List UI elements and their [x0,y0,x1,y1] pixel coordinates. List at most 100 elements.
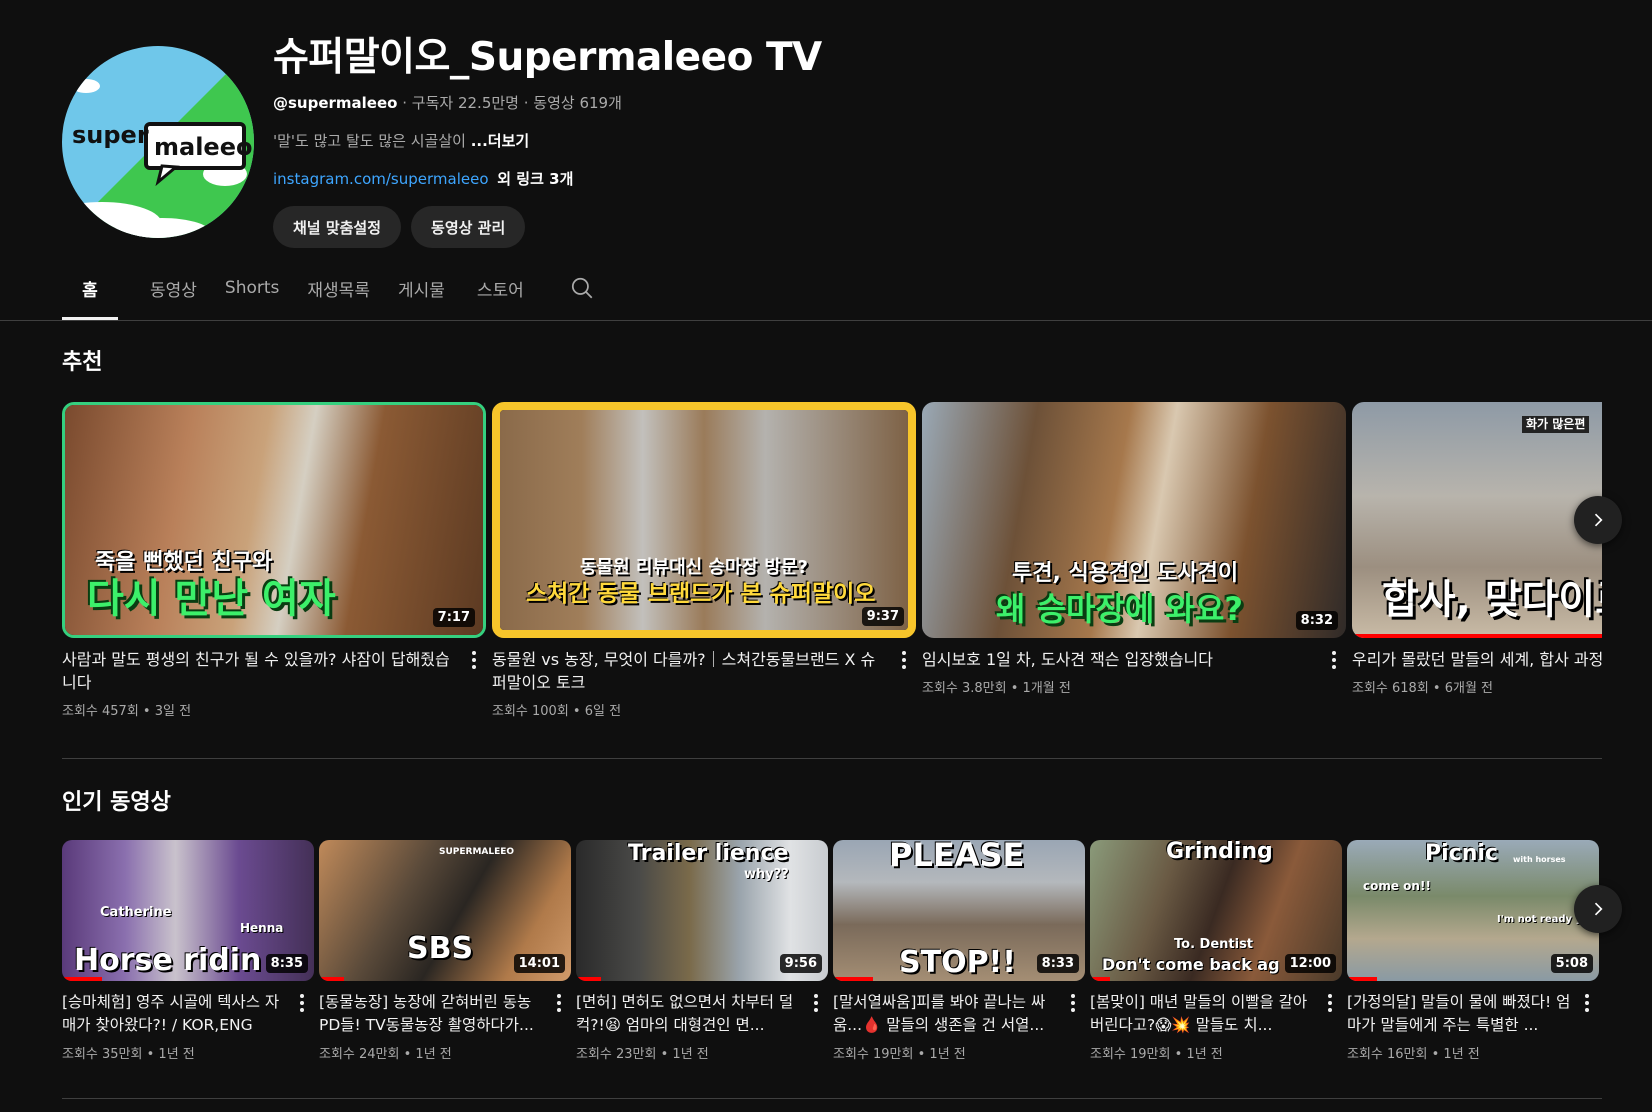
chevron-right-icon[interactable] [1574,885,1622,933]
thumbnail-caption: 화가 많은편 [1522,416,1590,434]
more-vert-icon[interactable] [1324,648,1344,672]
watch-progress [1347,977,1378,981]
video-thumbnail[interactable]: PLEASE STOP!! 8:33 [833,840,1085,981]
video-title[interactable]: [면허] 면허도 없으면서 차부터 덜컥?!😫 엄마의 대형견인 면... [576,991,800,1037]
upload-age: 1년 전 [1443,1047,1480,1062]
video-title[interactable]: [가정의달] 말들이 물에 빠졌다! 엄마가 말들에게 주는 특별한 ... [1347,991,1571,1037]
video-card[interactable]: 동물원 리뷰대신 승마장 방문? 스쳐간 동물 브랜드가 본 슈퍼말이오 9:3… [492,402,916,719]
channel-tabs: 홈 동영상 Shorts 재생목록 게시물 스토어 [62,266,610,320]
thumbnail-caption: 투견, 식용견인 도사견이 [1012,561,1239,586]
description-text: '말'도 많고 탈도 많은 시골살이 [273,132,471,150]
watch-progress [1352,634,1602,638]
video-thumbnail[interactable]: 동물원 리뷰대신 승마장 방문? 스쳐간 동물 브랜드가 본 슈퍼말이오 9:3… [492,402,916,638]
video-duration: 7:17 [432,608,475,627]
more-vert-icon[interactable] [894,648,914,672]
section-divider [62,1098,1602,1099]
tab-posts[interactable]: 게시물 [398,266,445,320]
view-count: 조회수 457회 [62,704,139,719]
video-thumbnail[interactable]: SUPERMALEEO SBS 14:01 [319,840,571,981]
more-vert-icon[interactable] [806,991,826,1015]
video-card[interactable]: 죽을 뻔했던 친구와 다시 만난 여자 7:17 사람과 말도 평생의 친구가 … [62,402,486,719]
stat-separator: • [913,1047,930,1062]
tab-playlists[interactable]: 재생목록 [307,266,370,320]
tab-videos[interactable]: 동영상 [150,266,197,320]
video-card[interactable]: 투견, 식용견인 도사견이 왜 승마장에 와요? 8:32 임시보호 1일 차,… [922,402,1346,696]
video-card[interactable]: Trailer lience why?? 9:56 [면허] 면허도 없으면서 … [576,840,828,1062]
video-thumbnail[interactable]: 투견, 식용견인 도사견이 왜 승마장에 와요? 8:32 [922,402,1346,638]
video-title[interactable]: [동물농장] 농장에 갇혀버린 동농 PD들! TV동물농장 촬영하다가... [319,991,543,1037]
thumbnail-caption: Grinding [1166,840,1273,864]
more-vert-icon[interactable] [292,991,312,1015]
stat-separator: • [138,704,155,719]
video-title[interactable]: 임시보호 1일 차, 도사견 잭슨 입장했습니다 [922,648,1318,671]
thumbnail-caption: Henna [240,921,284,935]
tab-shorts[interactable]: Shorts [225,266,279,320]
thumbnail-caption: 동물원 리뷰대신 승마장 방문? [580,557,808,578]
video-title[interactable]: 우리가 몰랐던 말들의 세계, 합사 과정 고? [1352,648,1602,671]
video-title[interactable]: 사람과 말도 평생의 친구가 될 수 있을까? 샤잠이 답해줬습니다 [62,648,458,694]
video-card[interactable]: Picnic with horses come on!! I'm not rea… [1347,840,1599,1062]
view-count: 조회수 100회 [492,704,569,719]
video-card[interactable]: PLEASE STOP!! 8:33 [말서열싸움]피를 봐야 끝나는 싸움..… [833,840,1085,1062]
more-vert-icon[interactable] [1320,991,1340,1015]
thumbnail-caption: Catherine [100,905,172,920]
more-links[interactable]: 외 링크 3개 [497,170,573,188]
video-thumbnail[interactable]: Grinding To. Dentist Don't come back ag … [1090,840,1342,981]
stat-separator: • [1006,681,1023,696]
tab-home[interactable]: 홈 [62,266,118,320]
video-thumbnail[interactable]: Catherine Henna Horse ridin 8:35 [62,840,314,981]
view-count: 조회수 618회 [1352,681,1429,696]
more-vert-icon[interactable] [1577,991,1597,1015]
thumbnail-caption: 합사, 맞다이로 [1382,577,1602,623]
video-title[interactable]: 동물원 vs 농장, 무엇이 다를까?｜스쳐간동물브랜드 X 슈퍼말이오 토크 [492,648,888,694]
stat-separator: • [142,1047,159,1062]
upload-age: 1년 전 [672,1047,709,1062]
thumbnail-caption: 죽을 뻔했던 친구와 [95,550,273,575]
customize-channel-button[interactable]: 채널 맞춤설정 [273,206,402,248]
instagram-link[interactable]: instagram.com/supermaleeo [273,170,489,188]
video-duration: 5:08 [1550,954,1593,973]
video-stats: 조회수 23만회 • 1년 전 [576,1043,800,1062]
video-title[interactable]: [말서열싸움]피를 봐야 끝나는 싸움...🩸 말들의 생존을 건 서열... [833,991,1057,1037]
avatar-text-super: super [72,121,149,149]
video-title[interactable]: [승마체험] 영주 시골에 텍사스 자매가 찾아왔다?! / KOR,ENG [62,991,286,1037]
video-card[interactable]: 화가 많은편 합사, 맞다이로 우리가 몰랐던 말들의 세계, 합사 과정 고?… [1352,402,1602,696]
channel-handle: @supermaleeo [273,94,398,112]
video-card[interactable]: Catherine Henna Horse ridin 8:35 [승마체험] … [62,840,314,1062]
video-title[interactable]: [봄맞이] 매년 말들의 이빨을 갈아버린다고?😱💥 말들도 치... [1090,991,1314,1037]
thumbnail-caption: PLEASE [889,840,1025,874]
upload-age: 3일 전 [154,704,192,719]
upload-age: 1년 전 [929,1047,966,1062]
video-card[interactable]: SUPERMALEEO SBS 14:01 [동물농장] 농장에 갇혀버린 동농… [319,840,571,1062]
search-icon[interactable] [554,266,610,320]
manage-videos-button[interactable]: 동영상 관리 [411,206,526,248]
stat-separator: • [1170,1047,1187,1062]
video-thumbnail[interactable]: 죽을 뻔했던 친구와 다시 만난 여자 7:17 [62,402,486,638]
channel-description[interactable]: '말'도 많고 탈도 많은 시골살이 ...더보기 [273,130,822,152]
channel-avatar[interactable]: super maleeo [62,46,254,238]
video-thumbnail[interactable]: Picnic with horses come on!! I'm not rea… [1347,840,1599,981]
view-count: 조회수 19만회 [833,1047,914,1062]
more-vert-icon[interactable] [1063,991,1083,1015]
video-card[interactable]: Grinding To. Dentist Don't come back ag … [1090,840,1342,1062]
meta-separator: · [402,94,412,112]
upload-age: 6개월 전 [1444,681,1494,696]
view-count: 조회수 3.8만회 [922,681,1007,696]
video-stats: 조회수 16만회 • 1년 전 [1347,1043,1571,1062]
watch-progress [576,977,602,981]
more-vert-icon[interactable] [464,648,484,672]
popular-title: 인기 동영상 [62,790,171,815]
section-divider [62,758,1602,759]
video-thumbnail[interactable]: Trailer lience why?? 9:56 [576,840,828,981]
tab-store[interactable]: 스토어 [477,266,524,320]
channel-info: 슈퍼말이오_Supermaleeo TV @supermaleeo · 구독자 … [273,30,822,248]
video-thumbnail[interactable]: 화가 많은편 합사, 맞다이로 [1352,402,1602,638]
video-stats: 조회수 19만회 • 1년 전 [833,1043,1057,1062]
thumbnail-caption: with horses [1513,855,1566,864]
recommended-shelf: 죽을 뻔했던 친구와 다시 만난 여자 7:17 사람과 말도 평생의 친구가 … [62,402,1602,732]
chevron-right-icon[interactable] [1574,496,1622,544]
meta-separator: · [523,94,534,112]
description-more[interactable]: ...더보기 [471,132,530,150]
more-vert-icon[interactable] [549,991,569,1015]
thumbnail-caption: Horse ridin [74,943,262,978]
